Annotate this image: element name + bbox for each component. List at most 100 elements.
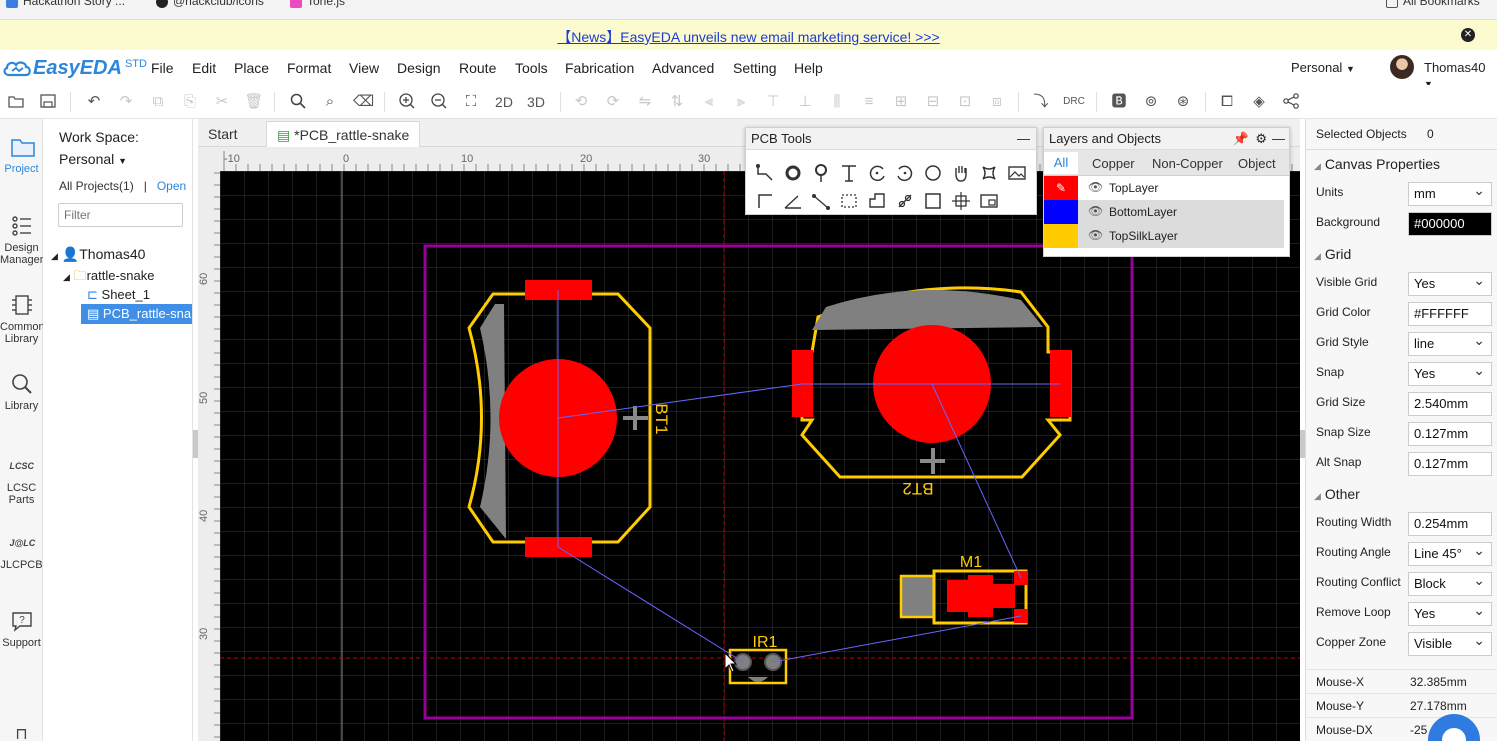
avatar[interactable] [1390, 55, 1414, 79]
alt-snap-field[interactable]: 0.127mm [1408, 452, 1492, 476]
track-tool-icon[interactable] [754, 162, 776, 184]
view-3d-button[interactable]: 3D [525, 92, 547, 112]
workspace-dropdown[interactable]: Personal ▼ [59, 151, 127, 167]
visible-grid-select[interactable]: Yes [1408, 272, 1492, 296]
rectangle-tool-icon[interactable] [922, 190, 944, 212]
rotate-right-icon[interactable]: ⟳ [603, 92, 623, 112]
menu-format[interactable]: Format [287, 60, 331, 76]
cut-icon[interactable]: ✂ [212, 92, 232, 112]
undo-icon[interactable]: ↶ [84, 92, 104, 112]
zoom-out-icon[interactable] [429, 92, 449, 112]
align-bottom-icon[interactable]: ⊥ [795, 92, 815, 112]
layers-tab-copper[interactable]: Copper [1092, 156, 1135, 171]
layer-row[interactable]: ✎ 👁 TopLayer [1044, 176, 1284, 200]
find-replace-icon[interactable]: ⌕ [320, 92, 340, 112]
other-section[interactable]: ◢ Other [1314, 486, 1360, 502]
delete-icon[interactable]: 🗑 [244, 92, 264, 112]
align-left-icon[interactable]: ⫷ [699, 92, 719, 112]
align-top-icon[interactable]: ⊤ [763, 92, 783, 112]
bookmark-item[interactable]: @hackclub/icons [156, 0, 264, 8]
copy-icon[interactable]: ⧉ [148, 92, 168, 112]
menu-help[interactable]: Help [794, 60, 823, 76]
pad-tool-icon[interactable] [782, 162, 804, 184]
menu-advanced[interactable]: Advanced [652, 60, 714, 76]
nav-more[interactable]: ⊓ [0, 723, 43, 751]
flip-vertical-icon[interactable]: ⇅ [667, 92, 687, 112]
hole-tool-icon[interactable] [894, 190, 916, 212]
nav-support[interactable]: ? Support [0, 609, 43, 649]
layers-icon[interactable]: ◈ [1249, 92, 1269, 112]
text-tool-icon[interactable] [838, 162, 860, 184]
zoom-in-icon[interactable] [397, 92, 417, 112]
drc-button[interactable]: DRC [1063, 92, 1085, 112]
folder-open-icon[interactable] [6, 92, 26, 112]
menu-tools[interactable]: Tools [515, 60, 548, 76]
layer-row[interactable]: 👁 BottomLayer [1044, 200, 1284, 224]
align-center-h-icon[interactable]: ⫼ [827, 92, 847, 112]
save-icon[interactable] [38, 92, 58, 112]
search-icon[interactable] [288, 92, 308, 112]
pick-place-icon[interactable]: ⊛ [1173, 92, 1193, 112]
canvas-properties-section[interactable]: ◢ Canvas Properties [1314, 156, 1440, 172]
snap-size-field[interactable]: 0.127mm [1408, 422, 1492, 446]
tree-pcb[interactable]: ▤ PCB_rattle-snake [81, 304, 192, 324]
tree-project[interactable]: ◢ 🗀rattle-snake [63, 267, 154, 289]
hand-tool-icon[interactable] [950, 162, 972, 184]
import-changes-icon[interactable]: ⤵ [1031, 92, 1051, 112]
nav-lcsc-parts[interactable]: LCSC LCSC Parts [0, 454, 43, 506]
routing-angle-select[interactable]: Line 45° [1408, 542, 1492, 566]
align-grid-icon[interactable]: ⊡ [955, 92, 975, 112]
tree-user[interactable]: ◢ 👤Thomas40 [51, 246, 145, 263]
grid-style-select[interactable]: line [1408, 332, 1492, 356]
copper-area-tool-icon[interactable] [978, 162, 1000, 184]
share-icon[interactable] [1281, 92, 1301, 112]
bookmark-item[interactable]: Tone.js [290, 0, 345, 8]
connect-pad-tool-icon[interactable] [810, 190, 832, 212]
paste-icon[interactable]: ⎘ [180, 92, 200, 112]
workspace-dropdown[interactable]: Personal ▼ [1291, 60, 1355, 75]
circle-tool-icon[interactable] [922, 162, 944, 184]
gear-icon[interactable]: ⚙ [1255, 128, 1267, 150]
layer-row[interactable]: 👁 TopSilkLayer [1044, 224, 1284, 248]
protractor-tool-icon[interactable] [782, 190, 804, 212]
layout-tool-icon[interactable] [978, 190, 1000, 212]
arc-tool-icon[interactable] [866, 162, 888, 184]
close-icon[interactable]: ✕ [1461, 28, 1475, 42]
menu-file[interactable]: File [151, 60, 174, 76]
minimize-icon[interactable]: — [1272, 128, 1285, 150]
copper-zone-select[interactable]: Visible [1408, 632, 1492, 656]
routing-width-field[interactable]: 0.254mm [1408, 512, 1492, 536]
view-2d-button[interactable]: 2D [493, 92, 515, 112]
snap-select[interactable]: Yes [1408, 362, 1492, 386]
bom-icon[interactable]: 🅱 [1109, 92, 1129, 112]
menu-place[interactable]: Place [234, 60, 269, 76]
nav-project[interactable]: Project [0, 135, 43, 175]
rotate-left-icon[interactable]: ⟲ [571, 92, 591, 112]
layer-color-swatch[interactable] [1044, 200, 1078, 224]
grid-color-field[interactable]: #FFFFFF [1408, 302, 1492, 326]
open-link[interactable]: Open [157, 179, 186, 193]
distribute-v-icon[interactable]: ⊟ [923, 92, 943, 112]
eraser-icon[interactable]: ⌫ [353, 92, 374, 112]
eye-icon[interactable]: 👁 [1088, 180, 1103, 194]
align-center-v-icon[interactable]: ≡ [859, 92, 879, 112]
app-logo[interactable]: EasyEDA STD [2, 57, 147, 79]
solid-region-tool-icon[interactable] [866, 190, 888, 212]
layers-tab-all[interactable]: All [1044, 152, 1078, 174]
grid-size-field[interactable]: 2.540mm [1408, 392, 1492, 416]
tab-start[interactable]: Start [198, 121, 248, 147]
nav-jlcpcb[interactable]: J@LC JLCPCB [0, 531, 43, 571]
gerber-icon[interactable]: ⊚ [1141, 92, 1161, 112]
nav-common-library[interactable]: Common Library [0, 293, 45, 345]
bookmark-item[interactable]: Hackathon Story ... [6, 0, 125, 8]
minimize-icon[interactable]: — [1017, 128, 1030, 150]
menu-design[interactable]: Design [397, 60, 441, 76]
dimension-tool-icon[interactable] [754, 190, 776, 212]
via-tool-icon[interactable] [810, 162, 832, 184]
flip-horizontal-icon[interactable]: ⇋ [635, 92, 655, 112]
rect-select-tool-icon[interactable] [838, 190, 860, 212]
all-bookmarks[interactable]: All Bookmarks [1386, 0, 1480, 8]
nav-library[interactable]: Library [0, 372, 43, 412]
menu-view[interactable]: View [349, 60, 379, 76]
fit-view-icon[interactable]: ⛶ [461, 92, 481, 112]
